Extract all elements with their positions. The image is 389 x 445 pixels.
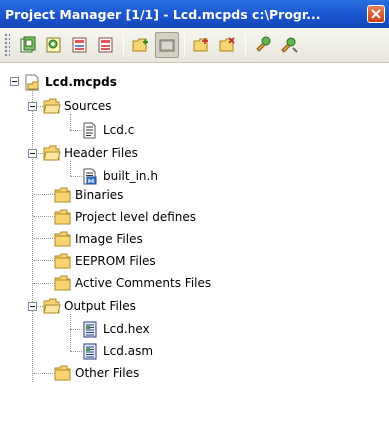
folder-view-icon — [159, 39, 175, 52]
root-collapse-button[interactable] — [10, 77, 19, 86]
remove-file-button[interactable] — [216, 32, 240, 58]
folder-label: Active Comments Files — [75, 276, 212, 290]
tree-file-lcd-hex[interactable]: Lcd.hex — [82, 318, 150, 340]
tree-file-lcd-c[interactable]: Lcd.c — [82, 119, 134, 141]
project-file-icon — [24, 74, 41, 91]
tree-root-project[interactable]: Lcd.mcpds — [24, 71, 117, 93]
hex-file-icon — [82, 321, 99, 338]
folder-label: Sources — [64, 99, 112, 113]
tree-folder-output-files[interactable]: Output Files — [43, 295, 136, 317]
folder-label: Image Files — [75, 232, 143, 246]
tree-folder-image-files[interactable]: Image Files — [54, 228, 143, 250]
tree-folder-other-files[interactable]: Other Files — [54, 362, 139, 384]
asm-file-icon — [82, 343, 99, 360]
build-all-icon — [281, 37, 298, 53]
add-file-button[interactable] — [190, 32, 214, 58]
folder-icon — [54, 365, 71, 381]
header-files-collapse-button[interactable] — [28, 149, 37, 158]
add-folder-button[interactable] — [129, 32, 153, 58]
save-project-button[interactable] — [68, 32, 92, 58]
add-folder-icon — [132, 38, 148, 52]
close-icon — [371, 9, 381, 19]
tree-folder-binaries[interactable]: Binaries — [54, 184, 123, 206]
build-icon — [256, 36, 271, 52]
open-project-icon — [46, 37, 61, 53]
file-label: built_in.h — [103, 169, 158, 183]
folder-label: Binaries — [75, 188, 124, 202]
new-project-icon — [20, 36, 36, 53]
toolbar-separator — [245, 33, 246, 57]
open-project-button[interactable] — [42, 32, 66, 58]
view-folder-button[interactable] — [155, 32, 179, 58]
folder-label: Output Files — [64, 299, 136, 313]
output-files-collapse-button[interactable] — [28, 302, 37, 311]
remove-file-icon — [219, 37, 235, 52]
title-bar[interactable]: Project Manager [1/1] - Lcd.mcpds c:\Pro… — [0, 0, 389, 28]
tree-folder-project-defines[interactable]: Project level defines — [54, 206, 196, 228]
folder-icon — [54, 187, 71, 203]
folder-label: Other Files — [75, 366, 140, 380]
tree-folder-sources[interactable]: Sources — [43, 95, 111, 117]
add-file-icon — [193, 38, 208, 52]
root-label: Lcd.mcpds — [45, 75, 117, 89]
tree-folder-header-files[interactable]: Header Files — [43, 142, 138, 164]
close-project-button[interactable] — [94, 32, 118, 58]
toolbar-separator — [184, 33, 185, 57]
project-tree: Lcd.mcpds Sources Lcd.c Header Files bui… — [0, 64, 389, 445]
window-title: Project Manager [1/1] - Lcd.mcpds c:\Pro… — [5, 6, 321, 22]
folder-icon — [54, 275, 71, 291]
folder-icon — [54, 253, 71, 269]
file-label: Lcd.hex — [103, 322, 150, 336]
tree-file-lcd-asm[interactable]: Lcd.asm — [82, 340, 153, 362]
c-source-file-icon — [82, 122, 99, 139]
folder-label: EEPROM Files — [75, 254, 156, 268]
folder-icon — [54, 231, 71, 247]
file-label: Lcd.c — [103, 123, 135, 137]
header-file-icon — [82, 168, 99, 185]
tree-folder-eeprom-files[interactable]: EEPROM Files — [54, 250, 156, 272]
tree-folder-active-comments[interactable]: Active Comments Files — [54, 272, 211, 294]
folder-open-icon — [43, 98, 61, 114]
sources-collapse-button[interactable] — [28, 102, 37, 111]
project-manager-window: Project Manager [1/1] - Lcd.mcpds c:\Pro… — [0, 0, 389, 445]
toolbar — [0, 28, 389, 63]
folder-open-icon — [43, 145, 61, 161]
toolbar-separator — [123, 33, 124, 57]
save-project-icon — [72, 37, 87, 53]
folder-open-icon — [43, 298, 61, 314]
folder-icon — [54, 209, 71, 225]
close-project-icon — [98, 37, 113, 53]
new-project-button[interactable] — [16, 32, 40, 58]
build-all-button[interactable] — [277, 32, 301, 58]
file-label: Lcd.asm — [103, 344, 154, 358]
folder-label: Project level defines — [75, 210, 197, 224]
build-button[interactable] — [251, 32, 275, 58]
toolbar-grip[interactable] — [4, 33, 10, 57]
close-button[interactable] — [367, 5, 385, 23]
folder-label: Header Files — [64, 146, 138, 160]
